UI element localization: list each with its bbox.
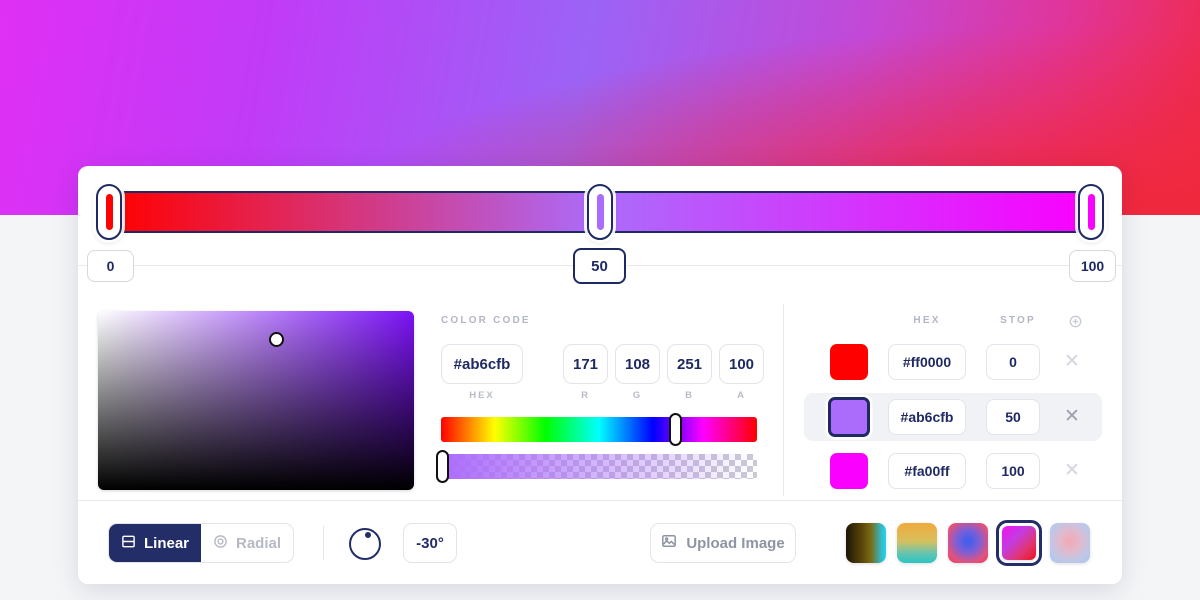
saturation-value-picker[interactable]	[98, 311, 414, 490]
image-icon	[661, 533, 677, 553]
gradient-handle-0[interactable]	[96, 184, 122, 240]
stop-hex-input[interactable]: #fa00ff	[888, 453, 966, 489]
handle-color-core	[595, 193, 605, 231]
red-input[interactable]: 171	[563, 344, 608, 384]
close-icon[interactable]: ✕	[1060, 459, 1084, 483]
stop-list-header-stop: STOP	[1000, 315, 1036, 326]
gradient-presets	[846, 520, 1090, 566]
stop-list-row-0[interactable]: #ff0000 0 ✕	[804, 338, 1102, 386]
linear-gradient-icon	[121, 534, 136, 553]
hex-sublabel: HEX	[469, 390, 495, 401]
alpha-sublabel: A	[737, 390, 746, 401]
preset-wrap-1[interactable]	[897, 523, 937, 563]
stop-color-swatch[interactable]	[830, 344, 868, 380]
close-icon[interactable]: ✕	[1060, 405, 1084, 429]
color-picker-section: COLOR CODE #ab6cfb 171 108 251 100 HEX R…	[78, 284, 1122, 500]
stop-hex-input[interactable]: #ab6cfb	[888, 399, 966, 435]
gradient-handle-100[interactable]	[1078, 184, 1104, 240]
linear-gradient-label: Linear	[143, 534, 189, 552]
preset-blue-pink-radial[interactable]	[948, 523, 988, 563]
preset-soft-pink-blue[interactable]	[1050, 523, 1090, 563]
preset-wrap-3[interactable]	[996, 520, 1042, 566]
blue-sublabel: B	[685, 390, 694, 401]
preset-wrap-0[interactable]	[846, 523, 886, 563]
vertical-divider	[783, 304, 784, 496]
stop-position-input[interactable]: 100	[986, 453, 1040, 489]
alpha-slider[interactable]	[441, 454, 757, 479]
angle-dial-icon[interactable]	[349, 528, 381, 560]
gradient-type-toggle[interactable]: Linear Radial	[108, 523, 294, 563]
hex-input[interactable]: #ab6cfb	[441, 344, 523, 384]
radial-gradient-label: Radial	[235, 534, 281, 552]
gradient-strip-section: 0 50 100	[78, 166, 1122, 284]
stop-list-row-1[interactable]: #ab6cfb 50 ✕	[804, 393, 1102, 441]
gradient-handle-50[interactable]	[587, 184, 613, 240]
preset-brown-cyan[interactable]	[846, 523, 886, 563]
stop-position-input-50[interactable]: 50	[573, 248, 626, 284]
stop-color-swatch[interactable]	[828, 397, 870, 437]
angle-input[interactable]: -30°	[403, 523, 457, 563]
red-sublabel: R	[581, 390, 590, 401]
preset-wrap-4[interactable]	[1050, 523, 1090, 563]
gradient-editor-card: 0 50 100 COLOR CODE #ab6cfb 171 108 251 …	[78, 166, 1122, 584]
color-code-label: COLOR CODE	[441, 315, 531, 326]
sv-picker-cursor[interactable]	[269, 332, 284, 347]
alpha-slider-thumb[interactable]	[436, 450, 449, 483]
stop-color-swatch[interactable]	[830, 453, 868, 489]
stop-position-input-100[interactable]: 100	[1069, 250, 1116, 282]
stop-position-input-0[interactable]: 0	[87, 250, 134, 282]
radial-gradient-button[interactable]: Radial	[201, 524, 293, 562]
upload-image-label: Upload Image	[686, 534, 785, 552]
handle-color-core	[104, 193, 114, 231]
radial-gradient-icon	[213, 534, 228, 553]
stop-position-input[interactable]: 50	[986, 399, 1040, 435]
green-input[interactable]: 108	[615, 344, 660, 384]
preset-magenta-red[interactable]	[1002, 526, 1036, 560]
stop-hex-input[interactable]: #ff0000	[888, 344, 966, 380]
preset-wrap-2[interactable]	[948, 523, 988, 563]
stop-list-row-2[interactable]: #fa00ff 100 ✕	[804, 447, 1102, 495]
stop-list-header-hex: HEX	[913, 315, 941, 326]
preset-orange-teal[interactable]	[897, 523, 937, 563]
add-circle-icon[interactable]	[1064, 310, 1086, 332]
hue-slider[interactable]	[441, 417, 757, 442]
upload-image-button[interactable]: Upload Image	[650, 523, 796, 563]
alpha-input[interactable]: 100	[719, 344, 764, 384]
close-icon[interactable]: ✕	[1060, 350, 1084, 374]
angle-dial-indicator	[365, 532, 371, 538]
blue-input[interactable]: 251	[667, 344, 712, 384]
handle-color-core	[1086, 193, 1096, 231]
editor-toolbar: Linear Radial -30° Upload Image	[78, 500, 1122, 584]
stop-position-input[interactable]: 0	[986, 344, 1040, 380]
toolbar-divider	[323, 526, 324, 560]
hue-slider-thumb[interactable]	[668, 413, 682, 446]
green-sublabel: G	[632, 390, 643, 401]
linear-gradient-button[interactable]: Linear	[109, 524, 201, 562]
